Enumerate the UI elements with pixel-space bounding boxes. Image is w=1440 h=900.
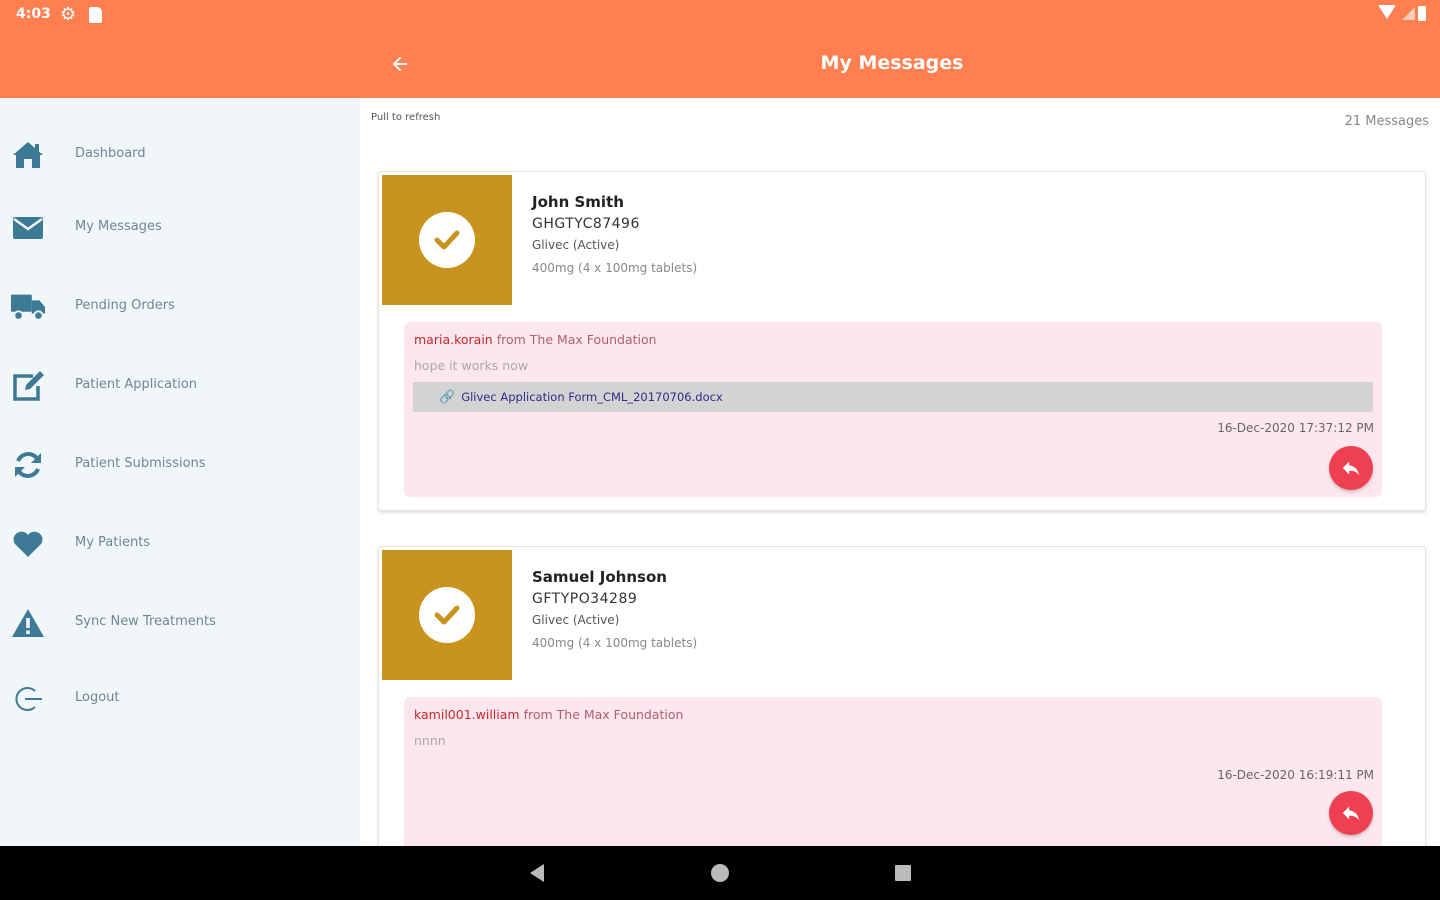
check-icon: [419, 587, 475, 643]
sender-username[interactable]: maria.korain: [414, 332, 493, 347]
patient-dose: 400mg (4 x 100mg tablets): [532, 636, 698, 650]
battery-icon: [1418, 6, 1426, 21]
message-sender: maria.korain from The Max Foundation: [414, 332, 657, 347]
attachment-filename: Glivec Application Form_CML_20170706.doc…: [461, 390, 723, 404]
message-card[interactable]: John Smith GHGTYC87496 Glivec (Active) 4…: [378, 171, 1426, 511]
page-title: My Messages: [820, 52, 964, 74]
wifi-icon: [1378, 5, 1396, 19]
envelope-icon: [10, 210, 46, 246]
message-card[interactable]: Samuel Johnson GFTYPO34289 Glivec (Activ…: [378, 546, 1426, 846]
reply-icon: [1342, 461, 1360, 476]
sd-card-icon: [89, 7, 102, 23]
patient-name: Samuel Johnson: [532, 568, 667, 586]
sidebar-item-patient-submissions[interactable]: Patient Submissions: [0, 435, 360, 495]
message-timestamp: 16-Dec-2020 17:37:12 PM: [1217, 421, 1374, 435]
reply-icon: [1342, 806, 1360, 821]
nav-back-icon[interactable]: [530, 864, 544, 882]
edit-icon: [10, 368, 46, 404]
nav-recents-icon[interactable]: [895, 865, 911, 881]
arrow-left-icon: [392, 56, 408, 72]
attachment-link[interactable]: 🔗 Glivec Application Form_CML_20170706.d…: [413, 382, 1373, 412]
warning-icon: [10, 605, 46, 641]
patient-drug: Glivec (Active): [532, 238, 620, 252]
nav-home-icon[interactable]: [711, 864, 729, 882]
patient-id: GHGTYC87496: [532, 216, 640, 232]
patient-drug: Glivec (Active): [532, 613, 620, 627]
message-sender: kamil001.william from The Max Foundation: [414, 707, 683, 722]
message-count: 21 Messages: [1344, 114, 1429, 129]
status-time: 4:03: [16, 6, 51, 22]
sender-organization: from The Max Foundation: [496, 332, 657, 347]
reply-button[interactable]: [1329, 446, 1373, 490]
paperclip-icon: 🔗: [439, 389, 456, 405]
sidebar-item-patient-application[interactable]: Patient Application: [0, 356, 360, 416]
sidebar-item-label: Dashboard: [75, 146, 146, 161]
check-icon: [419, 212, 475, 268]
truck-icon: [10, 289, 46, 325]
sidebar: Dashboard My Messages Pending Orders Pat…: [0, 98, 360, 846]
message-bubble: kamil001.william from The Max Foundation…: [404, 697, 1382, 846]
sidebar-item-dashboard[interactable]: Dashboard: [0, 125, 360, 185]
sidebar-item-pending-orders[interactable]: Pending Orders: [0, 277, 360, 337]
message-timestamp: 16-Dec-2020 16:19:11 PM: [1217, 768, 1374, 782]
pull-to-refresh-hint: Pull to refresh: [371, 112, 441, 123]
system-navigation-bar: [0, 846, 1440, 900]
patient-id: GFTYPO34289: [532, 591, 638, 607]
reply-button[interactable]: [1329, 791, 1373, 835]
sidebar-item-label: Patient Application: [75, 377, 198, 392]
app-bar: 4:03 ⚙ My Messages: [0, 0, 1440, 98]
back-button[interactable]: [382, 46, 418, 82]
patient-name: John Smith: [532, 193, 624, 211]
logout-icon: [10, 681, 46, 717]
status-bar: 4:03 ⚙: [0, 0, 1440, 30]
patient-dose: 400mg (4 x 100mg tablets): [532, 261, 698, 275]
message-body: hope it works now: [414, 358, 529, 373]
heart-icon: [10, 526, 46, 562]
sidebar-item-label: Logout: [75, 690, 120, 705]
sender-username[interactable]: kamil001.william: [414, 707, 520, 722]
sidebar-item-label: My Messages: [75, 219, 162, 234]
sidebar-item-my-messages[interactable]: My Messages: [0, 198, 360, 258]
message-bubble: maria.korain from The Max Foundation hop…: [404, 322, 1382, 497]
patient-status-thumbnail: [382, 175, 512, 305]
signal-icon: [1402, 7, 1415, 20]
settings-gear-icon: ⚙: [60, 4, 77, 25]
sidebar-item-logout[interactable]: Logout: [0, 669, 360, 729]
home-icon: [10, 137, 46, 173]
sidebar-item-label: Pending Orders: [75, 298, 175, 313]
sidebar-item-label: Patient Submissions: [75, 456, 206, 471]
sidebar-item-my-patients[interactable]: My Patients: [0, 514, 360, 574]
sidebar-item-label: My Patients: [75, 535, 151, 550]
patient-status-thumbnail: [382, 550, 512, 680]
sidebar-item-sync-new-treatments[interactable]: Sync New Treatments: [0, 593, 360, 653]
sender-organization: from The Max Foundation: [523, 707, 684, 722]
messages-panel[interactable]: Pull to refresh 21 Messages John Smith G…: [360, 98, 1440, 846]
sync-icon: [10, 447, 46, 483]
sidebar-item-label: Sync New Treatments: [75, 614, 216, 629]
message-body: nnnn: [414, 733, 446, 748]
